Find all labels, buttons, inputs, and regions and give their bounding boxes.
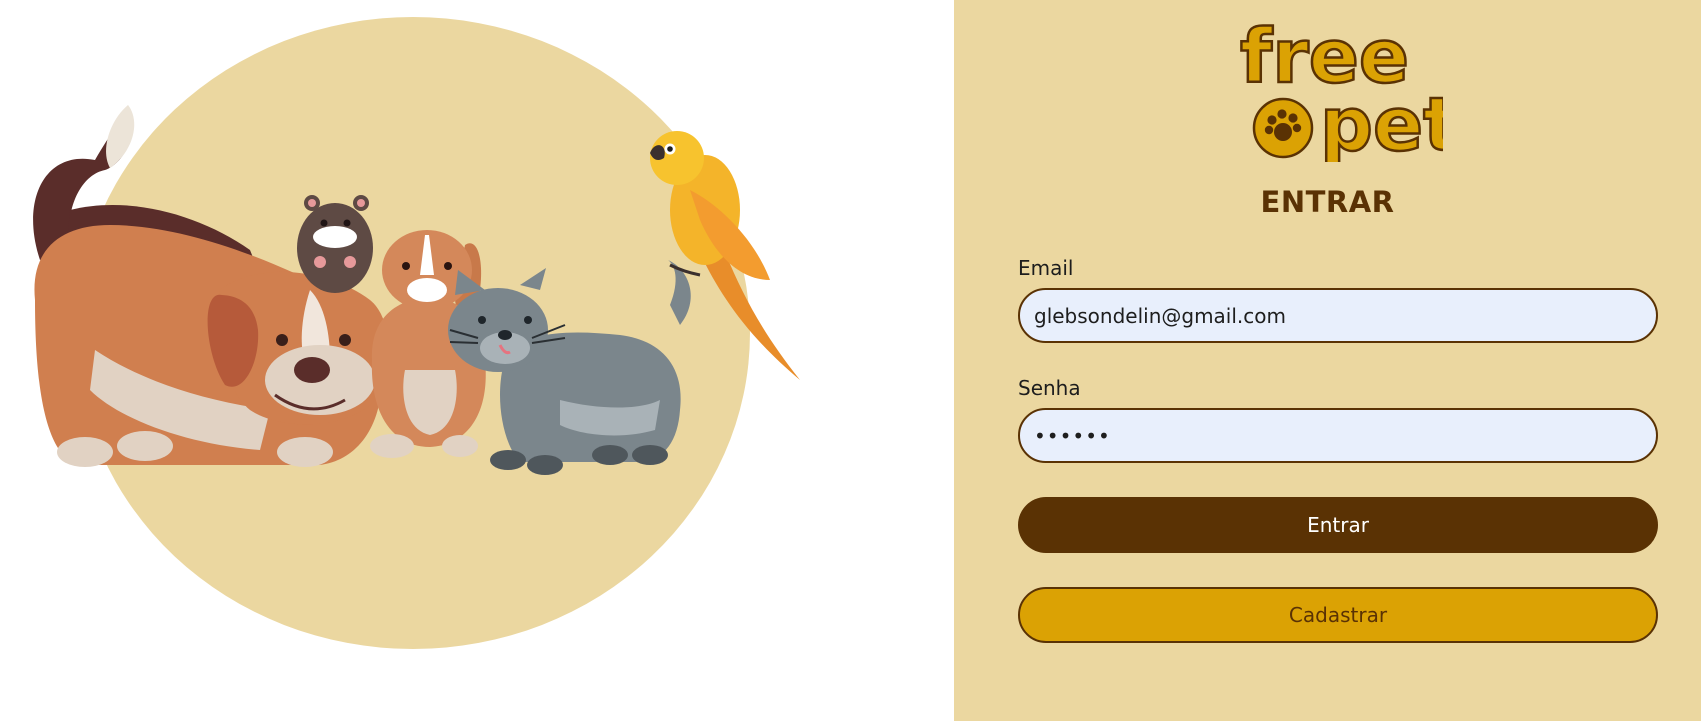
hamster-figure <box>297 195 373 293</box>
hero-panel <box>0 0 954 721</box>
login-button[interactable]: Entrar <box>1018 497 1658 553</box>
email-label: Email <box>1018 256 1074 280</box>
email-field[interactable] <box>1018 288 1658 343</box>
password-field[interactable] <box>1018 408 1658 463</box>
logo-text-line2: pet <box>1320 82 1443 162</box>
pets-illustration <box>33 17 800 649</box>
login-panel: free pet ENTRAR Email Senha Entrar Cadas… <box>954 0 1701 721</box>
password-label: Senha <box>1018 376 1081 400</box>
page-title: ENTRAR <box>1260 185 1395 219</box>
paw-icon <box>1252 97 1314 159</box>
register-button[interactable]: Cadastrar <box>1018 587 1658 643</box>
freepet-logo: free pet <box>1239 20 1443 162</box>
